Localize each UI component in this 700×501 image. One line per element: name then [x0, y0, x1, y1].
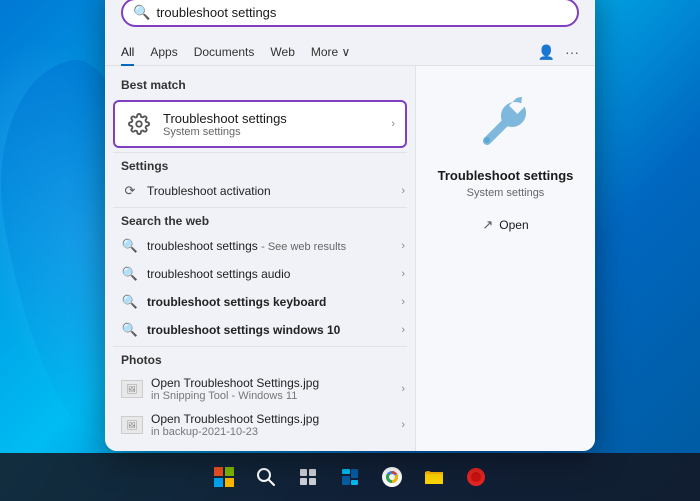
search-bar[interactable]: 🔍 troubleshoot settings: [121, 0, 579, 27]
search-web-icon-4: 🔍: [121, 321, 139, 339]
search-query-text: troubleshoot settings: [156, 5, 567, 20]
taskbar-chrome-button[interactable]: [374, 459, 410, 495]
search-tabs-right: 👤 ···: [538, 44, 579, 61]
taskbar-search-button[interactable]: [248, 459, 284, 495]
photo-1-subtitle: in Snipping Tool - Windows 11: [151, 390, 393, 402]
tab-more[interactable]: More ∨: [311, 45, 350, 59]
open-icon: ↗: [482, 217, 493, 233]
tab-apps[interactable]: Apps: [150, 43, 177, 61]
web-2-text: troubleshoot settings audio: [147, 267, 393, 281]
right-panel-subtitle: System settings: [467, 187, 545, 199]
search-icon: 🔍: [133, 4, 150, 21]
taskbar-center: [206, 459, 494, 495]
activation-icon: ⟳: [121, 182, 139, 200]
results-left: Best match Troubleshoot settings System …: [105, 66, 415, 451]
best-match-item[interactable]: Troubleshoot settings System settings ›: [113, 100, 407, 148]
result-photo-2[interactable]: 🖼 Open Troubleshoot Settings.jpg in back…: [105, 407, 415, 443]
result-web-2[interactable]: 🔍 troubleshoot settings audio ›: [105, 260, 415, 288]
best-match-text: Troubleshoot settings System settings: [163, 111, 287, 138]
divider-1: [113, 152, 407, 153]
result-web-3[interactable]: 🔍 troubleshoot settings keyboard ›: [105, 288, 415, 316]
desktop-background: 🔍 troubleshoot settings All Apps Documen…: [0, 0, 700, 501]
web-2-arrow: ›: [401, 268, 405, 280]
photo-2-arrow: ›: [401, 419, 405, 431]
activation-arrow: ›: [401, 185, 405, 197]
tab-documents[interactable]: Documents: [194, 43, 255, 61]
search-web-icon-2: 🔍: [121, 265, 139, 283]
best-match-label: Best match: [105, 74, 415, 96]
photo-2-subtitle: in backup-2021-10-23: [151, 426, 393, 438]
divider-3: [113, 346, 407, 347]
photo-1-arrow: ›: [401, 383, 405, 395]
web-1-text: troubleshoot settings - See web results: [147, 239, 393, 253]
result-troubleshoot-activation[interactable]: ⟳ Troubleshoot activation ›: [105, 177, 415, 205]
search-web-icon-1: 🔍: [121, 237, 139, 255]
taskbar-explorer-button[interactable]: [416, 459, 452, 495]
troubleshoot-icon-large: [471, 86, 541, 156]
more-options-icon[interactable]: ···: [565, 44, 579, 61]
open-button[interactable]: ↗ Open: [476, 215, 534, 235]
start-menu: 🔍 troubleshoot settings All Apps Documen…: [105, 0, 595, 451]
web-4-arrow: ›: [401, 324, 405, 336]
search-web-icon-3: 🔍: [121, 293, 139, 311]
best-match-title: Troubleshoot settings: [163, 111, 287, 126]
troubleshoot-icon-small: [125, 110, 153, 138]
divider-2: [113, 207, 407, 208]
tab-all[interactable]: All: [121, 43, 134, 61]
result-web-1[interactable]: 🔍 troubleshoot settings - See web result…: [105, 232, 415, 260]
web-section-label: Search the web: [105, 210, 415, 232]
profile-icon[interactable]: 👤: [538, 44, 555, 61]
tab-web[interactable]: Web: [270, 43, 294, 61]
photo-icon-2: 🖼: [121, 416, 143, 434]
search-bar-wrapper: 🔍 troubleshoot settings: [105, 0, 595, 37]
search-results-area: Best match Troubleshoot settings System …: [105, 66, 595, 451]
web-1-arrow: ›: [401, 240, 405, 252]
right-panel-title: Troubleshoot settings: [438, 168, 574, 183]
results-right: Troubleshoot settings System settings ↗ …: [415, 66, 595, 451]
search-tabs: All Apps Documents Web More ∨ 👤 ···: [105, 37, 595, 66]
photo-2-title: Open Troubleshoot Settings.jpg: [151, 412, 393, 426]
taskbar-app-button[interactable]: [458, 459, 494, 495]
web-3-arrow: ›: [401, 296, 405, 308]
taskbar: [0, 453, 700, 501]
result-web-4[interactable]: 🔍 troubleshoot settings windows 10 ›: [105, 316, 415, 344]
result-photo-1[interactable]: 🖼 Open Troubleshoot Settings.jpg in Snip…: [105, 371, 415, 407]
web-4-text: troubleshoot settings windows 10: [147, 323, 393, 337]
open-label: Open: [499, 218, 528, 232]
photo-1-title: Open Troubleshoot Settings.jpg: [151, 376, 393, 390]
settings-section-label: Settings: [105, 155, 415, 177]
taskbar-widgets-button[interactable]: [332, 459, 368, 495]
best-match-subtitle: System settings: [163, 126, 287, 138]
photo-icon-1: 🖼: [121, 380, 143, 398]
taskbar-taskview-button[interactable]: [290, 459, 326, 495]
activation-text: Troubleshoot activation: [147, 184, 393, 198]
photos-section-label: Photos: [105, 349, 415, 371]
start-button[interactable]: [206, 459, 242, 495]
best-match-chevron: ›: [391, 118, 395, 130]
web-3-text: troubleshoot settings keyboard: [147, 295, 393, 309]
